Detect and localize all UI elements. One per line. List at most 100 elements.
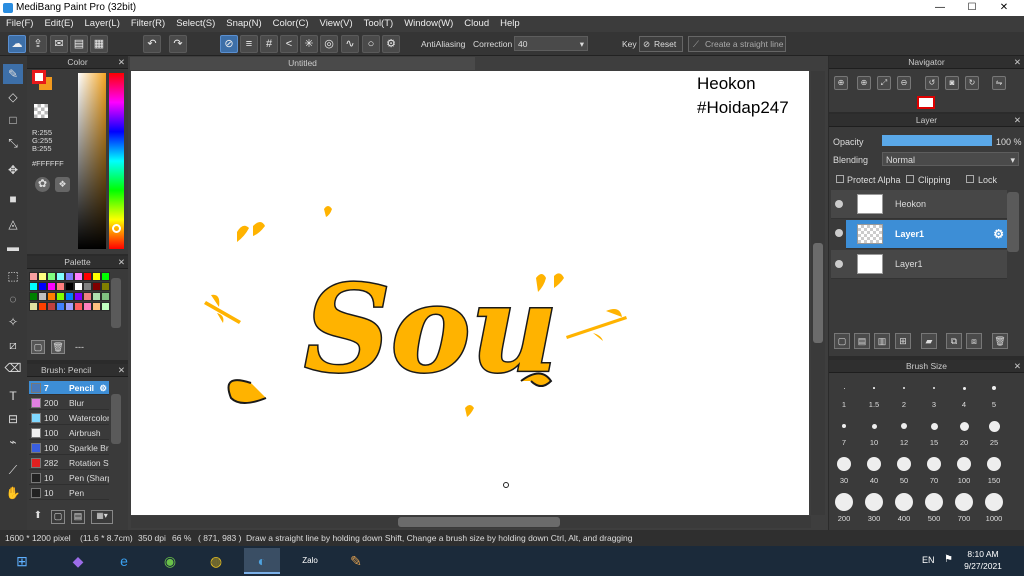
palette-swatch[interactable] [65, 302, 74, 311]
palette-swatch[interactable] [47, 282, 56, 291]
concentric-snap-icon[interactable]: ◎ [320, 35, 338, 53]
opacity-slider[interactable] [882, 135, 992, 146]
brush-size-option[interactable]: 7 [829, 414, 859, 448]
new-layer-icon[interactable]: ▢ [834, 333, 850, 349]
document-tab[interactable]: Untitled [130, 57, 475, 70]
palette-swatch[interactable] [83, 302, 92, 311]
menu-layer[interactable]: Layer(L) [79, 16, 125, 29]
flag-icon[interactable]: ⚑ [944, 554, 953, 565]
menu-help[interactable]: Help [494, 16, 525, 29]
palette-swatch[interactable] [29, 282, 38, 291]
palette-swatch[interactable] [38, 272, 47, 281]
brush-item[interactable]: 10 Pen (Sharp) [29, 471, 109, 485]
brush-item[interactable]: 100 Sparkle Brush [29, 441, 109, 455]
palette-swatch[interactable] [74, 292, 83, 301]
zoom-out-icon[interactable]: ⊖ [897, 76, 911, 90]
palette-swatch[interactable] [65, 292, 74, 301]
comment-icon[interactable]: ✉ [50, 35, 68, 53]
maximize-button[interactable]: ☐ [960, 0, 984, 16]
reset-button[interactable]: ⊘ Reset [639, 36, 683, 52]
brush-copy-icon[interactable]: ▢ [51, 510, 65, 524]
chrome-icon[interactable]: ◍ [198, 548, 234, 574]
color-settings-icon[interactable]: ❖ [55, 177, 70, 192]
move-tool-icon[interactable]: ⤡ [3, 133, 23, 153]
brush-size-option[interactable]: 1000 [979, 490, 1009, 524]
palette-swatch[interactable] [38, 302, 47, 311]
palette-swatch[interactable] [83, 282, 92, 291]
close-window-button[interactable]: ✕ [992, 0, 1016, 16]
brush-size-option[interactable]: 2 [889, 376, 919, 410]
foreground-color-swatch[interactable] [32, 70, 46, 84]
dot-tool-icon[interactable]: □ [3, 110, 23, 130]
grid-snap-icon[interactable]: # [260, 35, 278, 53]
visual-studio-icon[interactable]: ◆ [60, 548, 96, 574]
close-icon[interactable]: ✕ [118, 256, 125, 269]
dropper-icon[interactable]: ⟋ [3, 460, 23, 480]
redo-icon[interactable]: ↷ [169, 35, 187, 53]
curve-snap-icon[interactable]: ∿ [341, 35, 359, 53]
hue-handle[interactable] [112, 224, 121, 233]
gear-icon[interactable]: ⚙ [99, 381, 107, 395]
medibang-taskbar-icon[interactable]: ◐ [244, 548, 280, 574]
zalo-icon[interactable]: Zalo [292, 548, 328, 574]
palette-swatch[interactable] [74, 282, 83, 291]
select-eraser-icon[interactable]: ⌫ [3, 358, 23, 378]
palette-swatch[interactable] [56, 282, 65, 291]
brush-size-option[interactable]: 700 [949, 490, 979, 524]
palette-swatch[interactable] [38, 292, 47, 301]
transform-tool-icon[interactable]: ✥ [3, 160, 23, 180]
brush-size-option[interactable]: 1.5 [859, 376, 889, 410]
menu-cloud[interactable]: Cloud [458, 16, 494, 29]
palette-swatch[interactable] [92, 282, 101, 291]
clipping-checkbox[interactable] [906, 175, 914, 183]
add-brush-icon[interactable]: ⬆ [31, 510, 45, 524]
palette-swatch[interactable] [29, 302, 38, 311]
select-pen-icon[interactable]: ⧄ [3, 335, 23, 355]
folder-icon[interactable]: ▰ [921, 333, 937, 349]
brush-item[interactable]: 10 Pen [29, 486, 109, 500]
palette-icon[interactable]: ✿ [35, 177, 50, 192]
brush-size-option[interactable]: 5 [979, 376, 1009, 410]
zoom-in-icon[interactable]: ⊕ [834, 76, 848, 90]
vertical-scroll-thumb[interactable] [813, 243, 823, 343]
brush-item[interactable]: 100 Airbrush [29, 426, 109, 440]
layer-row-layer1-selected[interactable]: Layer1 ⚙ [846, 220, 1007, 249]
layer-row-layer1[interactable]: Layer1 [831, 250, 1007, 279]
clock[interactable]: 8:10 AM 9/27/2021 [958, 548, 1008, 572]
brush-size-option[interactable]: 100 [949, 452, 979, 486]
add-layer-menu-icon[interactable]: ⊞ [895, 333, 911, 349]
menu-window[interactable]: Window(W) [398, 16, 458, 29]
save-icon[interactable]: ▤ [70, 35, 88, 53]
menu-filter[interactable]: Filter(R) [125, 16, 170, 29]
duplicate-icon[interactable]: ⧉ [946, 333, 962, 349]
correction-select[interactable]: 40 ▾ [514, 36, 588, 51]
palette-swatch[interactable] [92, 292, 101, 301]
perspective-snap-icon[interactable]: < [280, 35, 298, 53]
brush-size-option[interactable]: 70 [919, 452, 949, 486]
brush-size-option[interactable]: 150 [979, 452, 1009, 486]
document-icon[interactable]: ▦ [90, 35, 108, 53]
delete-palette-icon[interactable]: 🗑 [51, 340, 65, 354]
circle-snap-icon[interactable]: ○ [362, 35, 380, 53]
palette-swatch[interactable] [83, 292, 92, 301]
straight-line-button[interactable]: ⟋ Create a straight line [688, 36, 786, 52]
menu-snap[interactable]: Snap(N) [220, 16, 266, 29]
flip-icon[interactable]: ⇋ [992, 76, 1006, 90]
palette-swatch[interactable] [47, 302, 56, 311]
drawing-canvas[interactable]: Sou Heokon #Hoidap247 [131, 71, 809, 515]
bucket-tool-icon[interactable]: ◬ [3, 214, 23, 234]
fill-shape-icon[interactable]: ■ [3, 189, 23, 209]
menu-view[interactable]: View(V) [314, 16, 358, 29]
close-icon[interactable]: ✕ [118, 56, 125, 69]
lasso-icon[interactable]: ◌ [3, 289, 23, 309]
fit-icon[interactable]: ⤢ [877, 76, 891, 90]
zoom-in-icon[interactable]: ⊕ [857, 76, 871, 90]
delete-layer-icon[interactable]: 🗑 [992, 333, 1008, 349]
palette-swatch[interactable] [29, 292, 38, 301]
palette-swatch[interactable] [56, 292, 65, 301]
palette-swatch[interactable] [56, 272, 65, 281]
menu-color[interactable]: Color(C) [267, 16, 314, 29]
start-icon[interactable]: ⊞ [4, 548, 40, 574]
palette-swatch[interactable] [47, 292, 56, 301]
palette-swatch[interactable] [92, 272, 101, 281]
